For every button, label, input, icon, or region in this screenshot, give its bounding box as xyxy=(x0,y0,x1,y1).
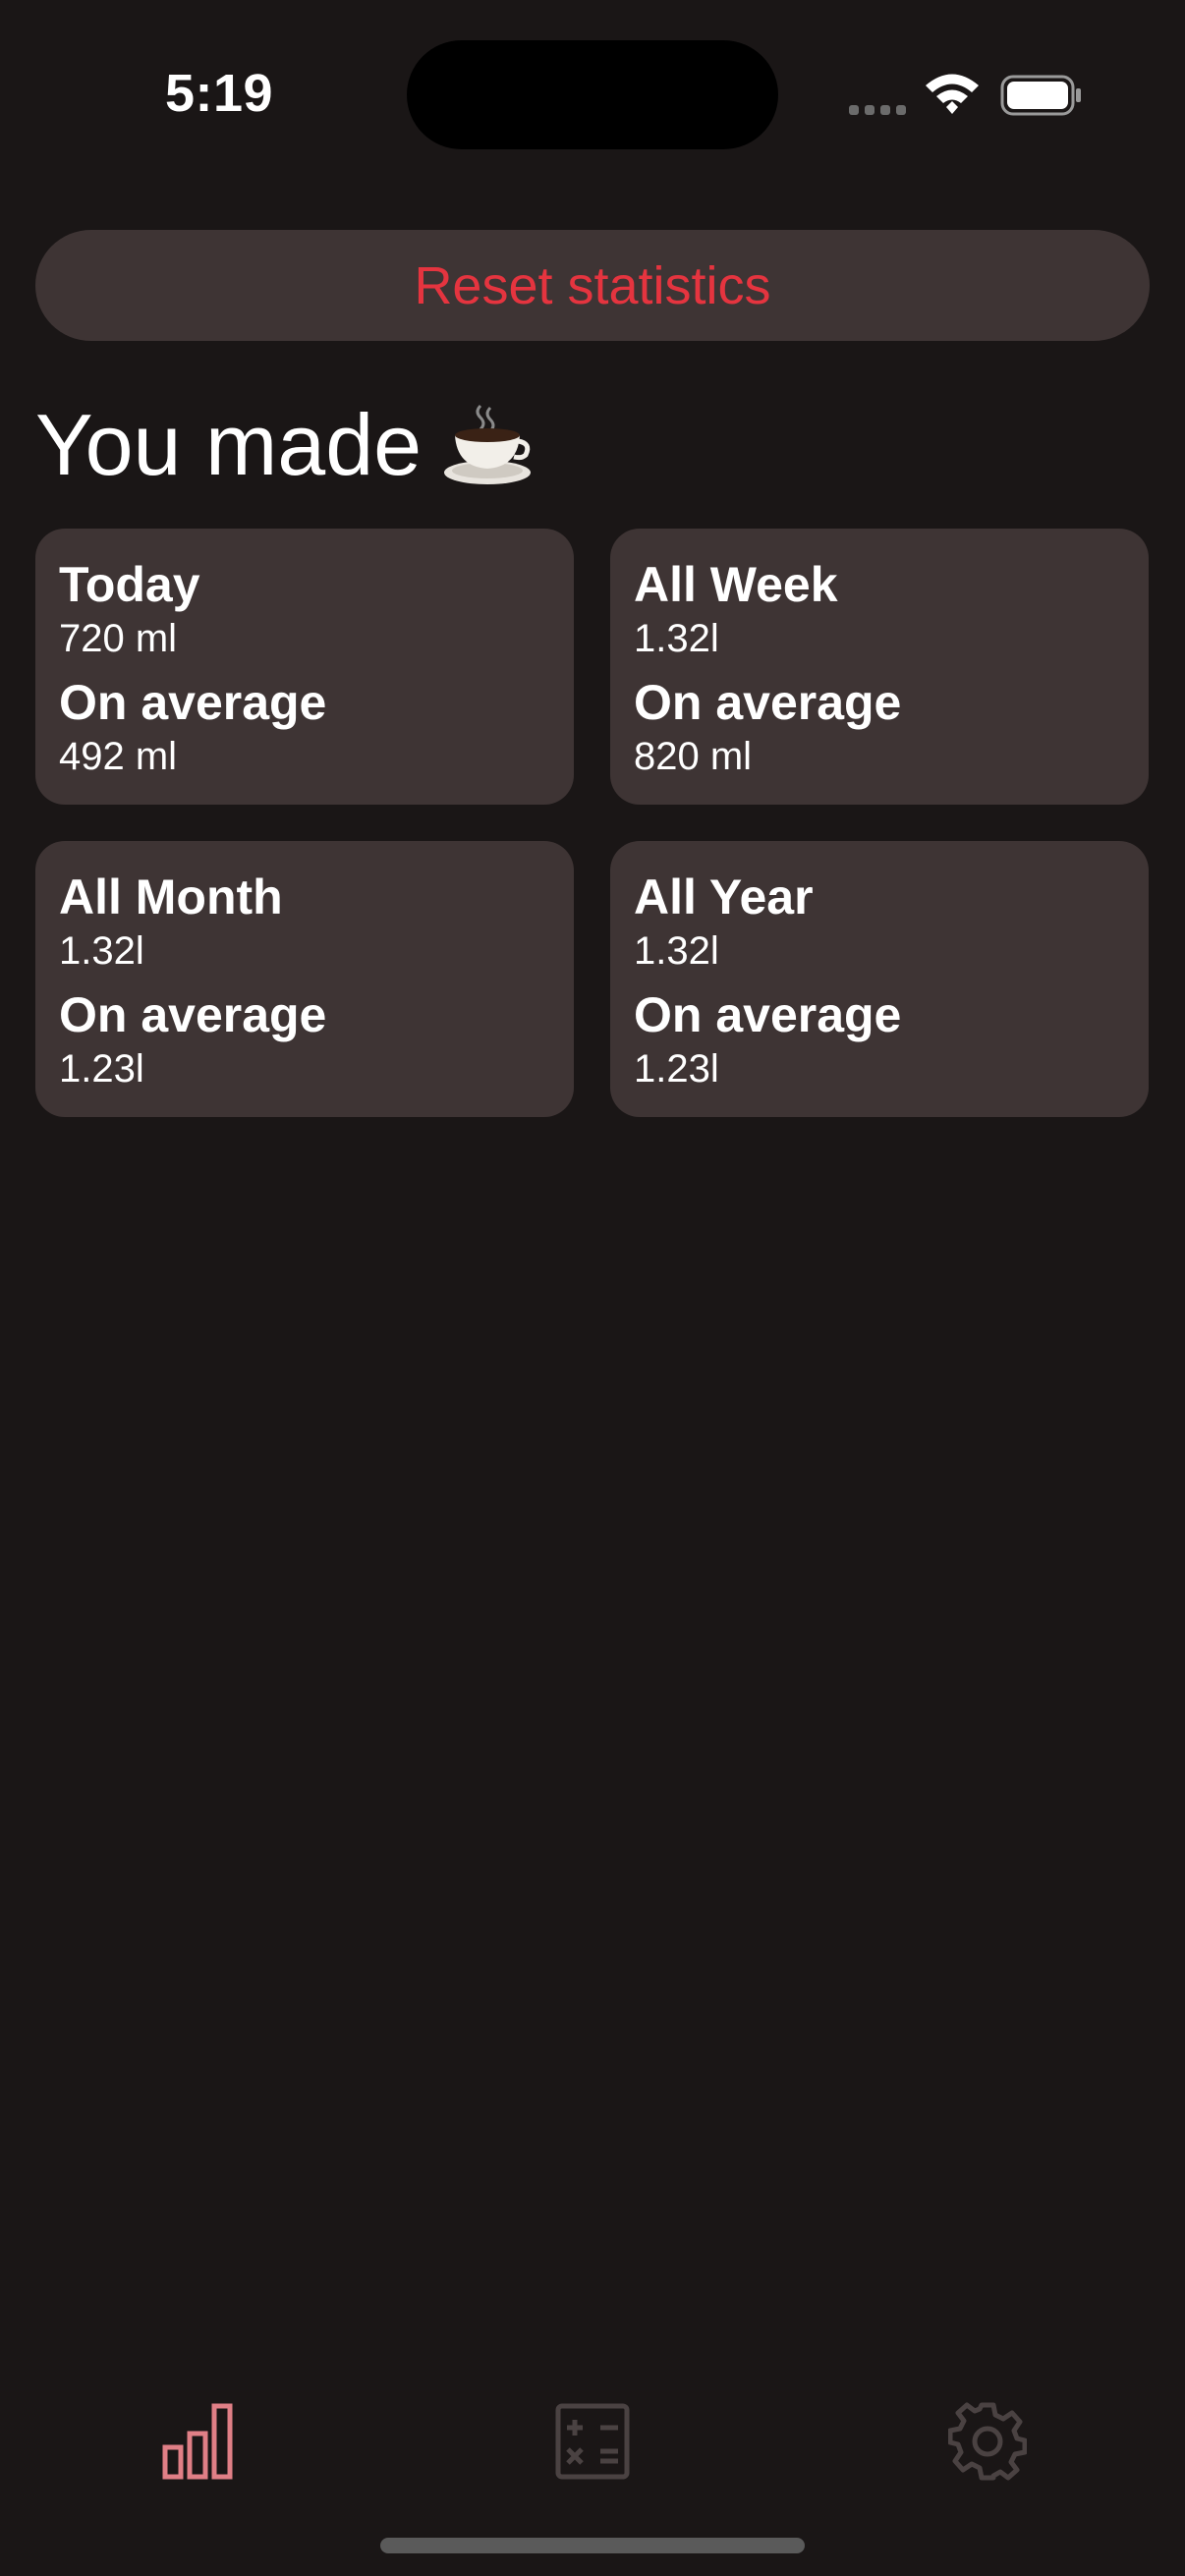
calculator-icon xyxy=(555,2403,630,2480)
page-title-text: You made xyxy=(35,396,423,493)
card-title: All Year xyxy=(634,869,814,924)
card-title: All Week xyxy=(634,557,838,612)
card-average-label: On average xyxy=(634,987,902,1042)
dynamic-island xyxy=(407,40,778,149)
status-icons xyxy=(847,71,1083,120)
tab-calculator[interactable] xyxy=(548,2397,637,2486)
month-card: All Month 1.32l On average 1.23l xyxy=(35,841,574,1117)
home-indicator xyxy=(380,2538,805,2553)
today-card: Today 720 ml On average 492 ml xyxy=(35,529,574,805)
card-title: All Month xyxy=(59,869,283,924)
coffee-cup-icon xyxy=(441,402,534,488)
card-value: 720 ml xyxy=(59,617,178,660)
status-time: 5:19 xyxy=(165,64,274,123)
card-average-label: On average xyxy=(59,675,327,730)
bar-chart-icon xyxy=(162,2403,233,2480)
page-title: You made xyxy=(35,391,534,499)
year-card: All Year 1.32l On average 1.23l xyxy=(610,841,1149,1117)
card-value: 1.32l xyxy=(634,617,719,660)
tab-settings[interactable] xyxy=(943,2397,1032,2486)
cellular-signal-icon xyxy=(849,105,906,115)
card-average-value: 492 ml xyxy=(59,735,178,778)
card-value: 1.32l xyxy=(634,929,719,973)
battery-icon xyxy=(1000,75,1081,116)
week-card: All Week 1.32l On average 820 ml xyxy=(610,529,1149,805)
wifi-icon xyxy=(926,74,979,114)
card-average-value: 820 ml xyxy=(634,735,753,778)
card-average-value: 1.23l xyxy=(634,1047,719,1091)
gear-icon xyxy=(948,2402,1027,2481)
card-average-value: 1.23l xyxy=(59,1047,144,1091)
tab-statistics[interactable] xyxy=(153,2397,242,2486)
card-value: 1.32l xyxy=(59,929,144,973)
card-average-label: On average xyxy=(59,987,327,1042)
card-title: Today xyxy=(59,557,200,612)
card-average-label: On average xyxy=(634,675,902,730)
reset-statistics-button[interactable]: Reset statistics xyxy=(35,230,1150,341)
